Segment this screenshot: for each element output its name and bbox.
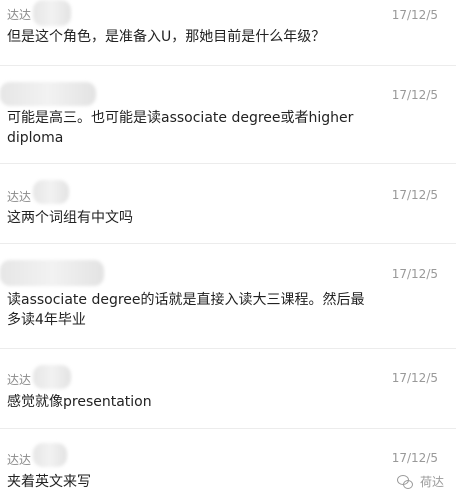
comment-timestamp: 17/12/5 xyxy=(391,88,438,102)
blurred-avatar xyxy=(33,0,71,26)
comment-text: 读associate degree的话就是直接入读大三课程。然后最多读4年毕业 xyxy=(7,292,365,328)
comment-text: 夹着英文来写 xyxy=(7,474,91,490)
comment-item: 17/12/5 读associate degree的话就是直接入读大三课程。然后… xyxy=(0,244,456,349)
comment-timestamp: 17/12/5 xyxy=(391,8,438,22)
comment-item: 达达 17/12/5 这两个词组有中文吗 xyxy=(0,164,456,244)
blurred-avatar xyxy=(33,443,67,467)
blurred-username xyxy=(0,82,96,106)
comment-item: 达达 17/12/5 但是这个角色，是准备入U，那她目前是什么年级？ xyxy=(0,0,456,66)
comment-username[interactable]: 达达 xyxy=(7,6,31,23)
comment-item: 达达 17/12/5 夹着英文来写 xyxy=(0,429,456,499)
watermark: 荷达 xyxy=(396,473,444,490)
comment-timestamp: 17/12/5 xyxy=(391,451,438,465)
comment-text: 这两个词组有中文吗 xyxy=(7,210,133,226)
blurred-avatar xyxy=(33,365,71,389)
watermark-text: 荷达 xyxy=(419,475,444,489)
comment-timestamp: 17/12/5 xyxy=(391,371,438,385)
comment-text: 可能是高三。也可能是读associate degree或者higher dipl… xyxy=(7,110,354,146)
comment-username[interactable]: 达达 xyxy=(7,451,31,468)
comment-username[interactable]: 达达 xyxy=(7,371,31,388)
comment-item: 达达 17/12/5 感觉就像presentation xyxy=(0,349,456,429)
comment-timestamp: 17/12/5 xyxy=(391,267,438,281)
comment-text: 感觉就像presentation xyxy=(7,394,152,410)
wechat-icon xyxy=(396,474,413,489)
blurred-avatar xyxy=(33,180,69,204)
comment-username[interactable]: 达达 xyxy=(7,188,31,205)
blurred-username xyxy=(0,260,104,286)
comment-text: 但是这个角色，是准备入U，那她目前是什么年级？ xyxy=(7,29,326,45)
comment-timestamp: 17/12/5 xyxy=(391,188,438,202)
comment-item: 17/12/5 可能是高三。也可能是读associate degree或者hig… xyxy=(0,66,456,164)
